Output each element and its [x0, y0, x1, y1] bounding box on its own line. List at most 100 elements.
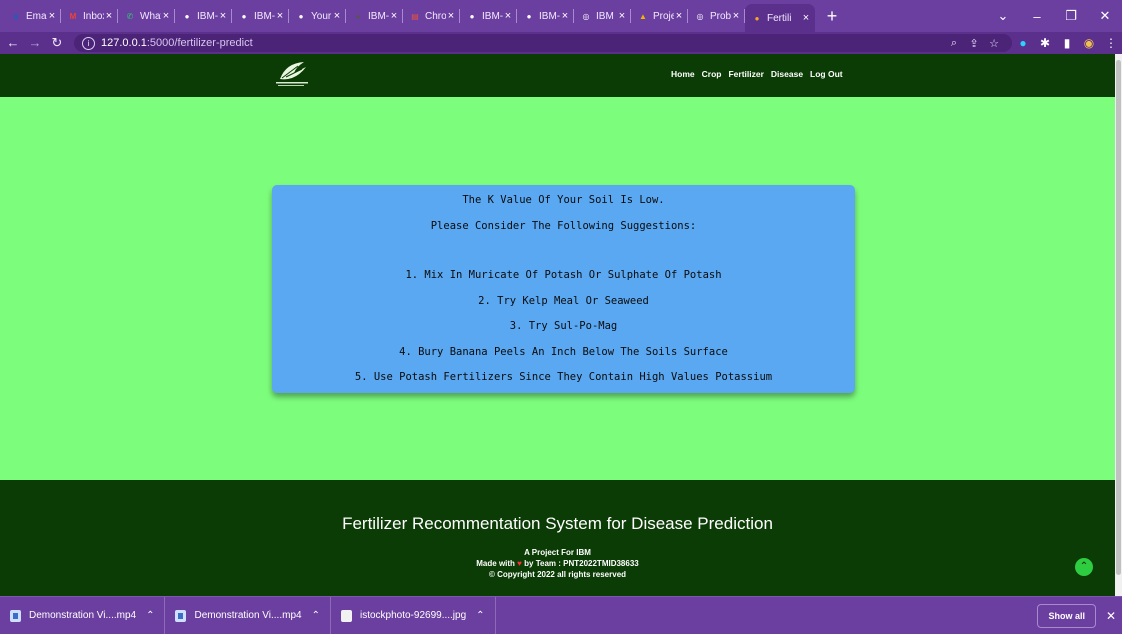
site-info-icon[interactable]: i	[82, 36, 95, 50]
browser-tab[interactable]: o Email×	[4, 4, 61, 28]
tab-close-icon[interactable]: ×	[801, 13, 811, 24]
tab-title: IBM-I	[539, 10, 560, 22]
video-file-icon	[175, 609, 187, 622]
outlook-icon: o	[13, 11, 19, 21]
made-with-label: Made with	[476, 559, 515, 568]
download-item[interactable]: Demonstration Vi....mp4 ⌃	[0, 597, 166, 634]
nav-link-crop[interactable]: Crop	[702, 69, 722, 79]
globe-icon: ◎	[582, 11, 590, 21]
download-filename: istockphoto-92699....jpg	[359, 610, 467, 621]
download-filename: Demonstration Vi....mp4	[194, 610, 302, 621]
restore-button[interactable]: ❐	[1054, 8, 1088, 24]
reload-icon[interactable]: ↻	[48, 34, 66, 52]
tab-title: Your	[311, 10, 332, 22]
bookmark-star-icon[interactable]: ☆	[984, 37, 1004, 50]
tab-list: oEmail×MInbox×✆What×●IBM-I×●IBM-I×●Your×…	[0, 0, 815, 32]
tab-strip: oEmail×MInbox×✆What×●IBM-I×●IBM-I×●Your×…	[0, 0, 1122, 32]
side-panel-icon[interactable]: ▮	[1056, 36, 1078, 50]
browser-tab[interactable]: ● Your ×	[289, 4, 346, 28]
url-host: 127.0.0.1	[101, 37, 147, 49]
tab-title: Inbox	[83, 10, 104, 22]
chrome-store-icon: ▤	[411, 11, 419, 21]
profile-avatar-icon[interactable]: ◉	[1078, 36, 1100, 50]
page-scrollbar[interactable]	[1115, 54, 1122, 596]
tab-close-icon[interactable]: ×	[218, 11, 228, 22]
tab-close-icon[interactable]: ×	[161, 11, 171, 22]
tab-search-icon[interactable]: ⌄	[986, 8, 1020, 24]
site-logo[interactable]	[272, 59, 312, 89]
zoom-icon[interactable]: ⌕	[944, 37, 964, 50]
tab-close-icon[interactable]: ×	[275, 11, 285, 22]
browser-tab[interactable]: ✆ What×	[118, 4, 175, 28]
nav-link-logout[interactable]: Log Out	[810, 69, 843, 79]
tab-close-icon[interactable]: ×	[560, 11, 570, 22]
browser-tab[interactable]: M Inbox×	[61, 4, 118, 28]
show-all-downloads-button[interactable]: Show all	[1037, 603, 1096, 628]
tab-close-icon[interactable]: ×	[446, 11, 456, 22]
browser-tab[interactable]: ● Fertili ×	[745, 4, 815, 32]
browser-tab[interactable]: ● IBM-I×	[175, 4, 232, 28]
tab-title: IBM-I	[254, 10, 275, 22]
suggestion-item: 5. Use Potash Fertilizers Since They Con…	[354, 371, 773, 383]
video-file-icon	[10, 609, 21, 622]
menu-kebab-icon[interactable]: ⋮	[1100, 36, 1122, 50]
site-footer: Fertilizer Recommentation System for Dis…	[0, 480, 1115, 596]
team-label: by Team : PNT2022TMID38633	[524, 559, 639, 568]
close-window-button[interactable]: ✕	[1088, 8, 1122, 24]
tab-title: Proje	[653, 10, 674, 22]
tab-title: Email	[26, 10, 47, 22]
download-item[interactable]: istockphoto-92699....jpg ⌃	[331, 597, 496, 634]
browser-tab[interactable]: ● IBM-I×	[232, 4, 289, 28]
extension-icon[interactable]: ●	[1012, 36, 1034, 50]
gmail-icon: M	[69, 11, 77, 21]
tab-close-icon[interactable]: ×	[104, 11, 114, 22]
browser-toolbar: ← → ↻ i 127.0.0.1:5000/fertilizer-predic…	[0, 32, 1122, 54]
github-icon: ●	[355, 11, 361, 21]
github-icon: ●	[241, 11, 247, 21]
close-download-bar-icon[interactable]: ✕	[1104, 609, 1118, 623]
minimize-button[interactable]: –	[1020, 9, 1054, 24]
browser-tab[interactable]: ▲ Proje ×	[631, 4, 688, 28]
tab-close-icon[interactable]: ×	[503, 11, 513, 22]
tab-close-icon[interactable]: ×	[674, 11, 684, 22]
chevron-up-icon[interactable]: ⌃	[312, 610, 320, 621]
recommendation-card: The K Value Of Your Soil Is Low. Please …	[272, 185, 855, 393]
browser-tab[interactable]: ● IBM-I×	[460, 4, 517, 28]
app-favicon-icon: ●	[754, 13, 760, 23]
back-to-top-button[interactable]: ⌃	[1075, 558, 1093, 576]
forward-arrow-icon[interactable]: →	[26, 34, 44, 52]
nav-link-fertilizer[interactable]: Fertilizer	[728, 69, 763, 79]
tab-title: Fertili	[767, 12, 792, 24]
result-subheading: Please Consider The Following Suggestion…	[430, 220, 697, 232]
tab-close-icon[interactable]: ×	[389, 11, 399, 22]
tab-title: IBM	[596, 10, 614, 22]
site-header: Home Crop Fertilizer Disease Log Out	[0, 54, 1115, 97]
footer-made-with: Made with ♥ by Team : PNT2022TMID38633	[0, 559, 1115, 568]
nav-link-disease[interactable]: Disease	[771, 69, 803, 79]
download-item[interactable]: Demonstration Vi....mp4 ⌃	[165, 597, 331, 634]
tab-title: Chro	[425, 10, 446, 22]
drive-icon: ▲	[639, 11, 647, 21]
tab-close-icon[interactable]: ×	[617, 11, 627, 22]
window-controls: ⌄ – ❐ ✕	[986, 0, 1122, 32]
browser-tab[interactable]: ● IBM-I×	[517, 4, 574, 28]
scrollbar-thumb[interactable]	[1116, 60, 1121, 575]
nav-link-home[interactable]: Home	[671, 69, 695, 79]
download-filename: Demonstration Vi....mp4	[29, 610, 137, 621]
back-arrow-icon[interactable]: ←	[4, 34, 22, 52]
chevron-up-icon[interactable]: ⌃	[146, 610, 154, 621]
share-icon[interactable]: ⇪	[964, 37, 984, 50]
github-icon: ●	[469, 11, 475, 21]
new-tab-button[interactable]: +	[821, 5, 843, 27]
puzzle-extensions-icon[interactable]: ✱	[1034, 36, 1056, 50]
browser-tab[interactable]: ◎ Probl×	[688, 4, 745, 28]
browser-tab[interactable]: ▤ Chro ×	[403, 4, 460, 28]
chevron-up-icon[interactable]: ⌃	[476, 610, 484, 621]
tab-close-icon[interactable]: ×	[731, 11, 741, 22]
tab-title: IBM-I	[368, 10, 389, 22]
tab-close-icon[interactable]: ×	[47, 11, 57, 22]
browser-tab[interactable]: ◎ IBM ×	[574, 4, 631, 28]
tab-close-icon[interactable]: ×	[332, 11, 342, 22]
address-bar[interactable]: i 127.0.0.1:5000/fertilizer-predict ⌕ ⇪ …	[74, 34, 1012, 52]
browser-tab[interactable]: ● IBM-I×	[346, 4, 403, 28]
